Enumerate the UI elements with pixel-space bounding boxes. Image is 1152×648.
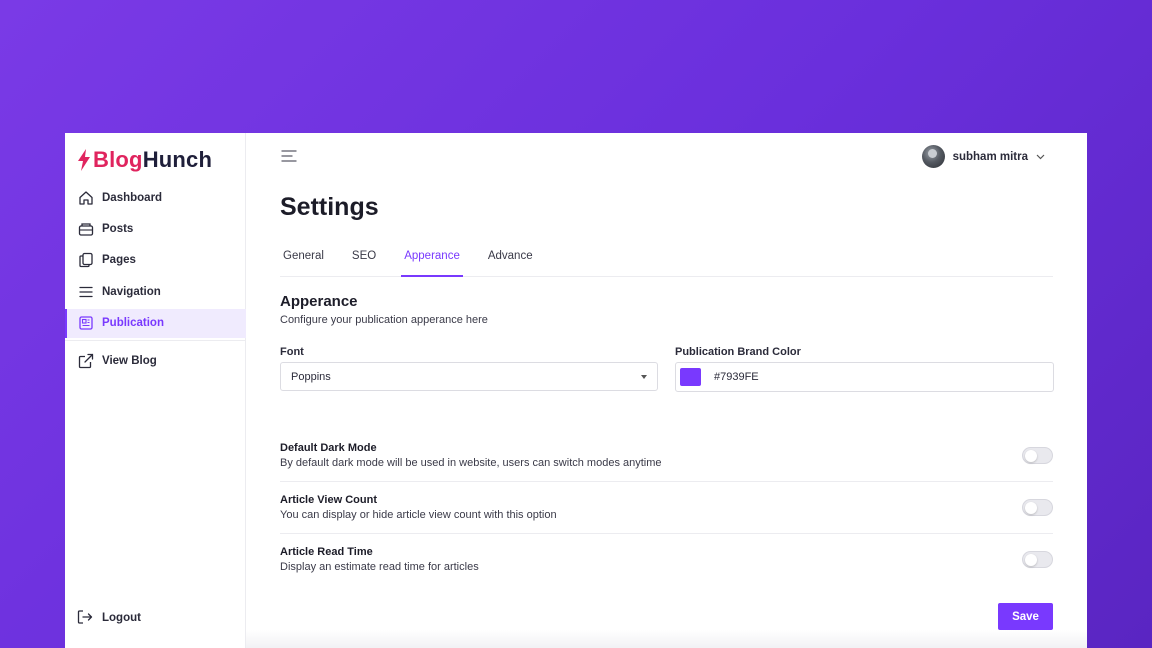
row-divider (280, 481, 1053, 482)
logo-text-blog: Blog (93, 147, 143, 172)
sidebar-item-label: Navigation (102, 285, 161, 298)
sidebar-item-label: Dashboard (102, 191, 163, 204)
settings-tabs: General SEO Apperance Advance (280, 240, 1053, 277)
setting-title: Article View Count (280, 494, 377, 506)
section-title: Apperance (280, 293, 358, 310)
main-content: subham mitra Settings General SEO Appera… (246, 133, 1087, 648)
row-divider (280, 533, 1053, 534)
nav-divider (65, 339, 246, 341)
sidebar-nav: Dashboard Posts Pages Navigation Publica… (65, 183, 246, 378)
setting-read-time: Article Read Time Display an estimate re… (280, 546, 1053, 598)
dark-mode-toggle[interactable] (1022, 447, 1053, 464)
view-count-toggle[interactable] (1022, 499, 1053, 516)
user-name: subham mitra (952, 150, 1028, 163)
external-link-icon (77, 353, 94, 370)
caret-down-icon (641, 375, 647, 379)
color-swatch[interactable] (680, 368, 701, 386)
setting-description: By default dark mode will be used in web… (280, 457, 662, 469)
sidebar-item-posts[interactable]: Posts (65, 214, 246, 243)
logout-icon (77, 609, 94, 626)
tab-apperance[interactable]: Apperance (401, 240, 463, 277)
pages-icon (77, 252, 94, 269)
font-label: Font (280, 346, 304, 358)
tab-seo[interactable]: SEO (349, 240, 379, 277)
read-time-toggle[interactable] (1022, 551, 1053, 568)
logo-text-hunch: Hunch (142, 147, 213, 172)
setting-title: Article Read Time (280, 546, 373, 558)
setting-title: Default Dark Mode (280, 442, 377, 454)
tab-general[interactable]: General (280, 240, 327, 277)
sidebar-item-navigation[interactable]: Navigation (65, 277, 246, 306)
avatar (921, 145, 945, 168)
font-select[interactable]: Poppins (280, 362, 658, 391)
setting-description: Display an estimate read time for articl… (280, 561, 479, 573)
sidebar-item-publication[interactable]: Publication (65, 308, 246, 338)
hamburger-menu-icon[interactable] (281, 150, 297, 162)
sidebar-item-pages[interactable]: Pages (65, 246, 246, 275)
sidebar: Blog Hunch Dashboard Posts Pages Navigat… (65, 133, 246, 648)
chevron-down-icon (1036, 154, 1045, 159)
brand-color-label: Publication Brand Color (675, 346, 801, 358)
blog-hunch-logo[interactable]: Blog Hunch (77, 147, 212, 173)
page-title: Settings (280, 193, 379, 221)
font-select-value: Poppins (291, 370, 331, 383)
bolt-icon (78, 149, 90, 171)
section-subtitle: Configure your publication apperance her… (280, 314, 488, 326)
logout-label: Logout (102, 611, 141, 624)
bottom-fade (246, 630, 1087, 648)
setting-view-count: Article View Count You can display or hi… (280, 494, 1053, 546)
sidebar-item-dashboard[interactable]: Dashboard (65, 183, 246, 212)
sidebar-item-label: Publication (102, 317, 164, 330)
sidebar-item-label: Posts (102, 222, 134, 235)
home-icon (77, 189, 94, 206)
brand-color-field[interactable]: #7939FE (675, 362, 1054, 392)
app-window: Blog Hunch Dashboard Posts Pages Navigat… (65, 133, 1087, 648)
tab-advance[interactable]: Advance (485, 240, 536, 277)
save-button[interactable]: Save (998, 603, 1053, 630)
setting-description: You can display or hide article view cou… (280, 509, 557, 521)
publication-icon (77, 315, 94, 332)
brand-color-value: #7939FE (714, 371, 759, 383)
menu-icon (77, 283, 94, 300)
view-blog-label: View Blog (102, 355, 157, 368)
user-menu[interactable]: subham mitra (921, 145, 1045, 168)
logout-button[interactable]: Logout (77, 609, 141, 626)
view-blog-link[interactable]: View Blog (65, 347, 246, 376)
sidebar-item-label: Pages (102, 254, 136, 267)
setting-dark-mode: Default Dark Mode By default dark mode w… (280, 442, 1053, 494)
posts-icon (77, 220, 94, 237)
